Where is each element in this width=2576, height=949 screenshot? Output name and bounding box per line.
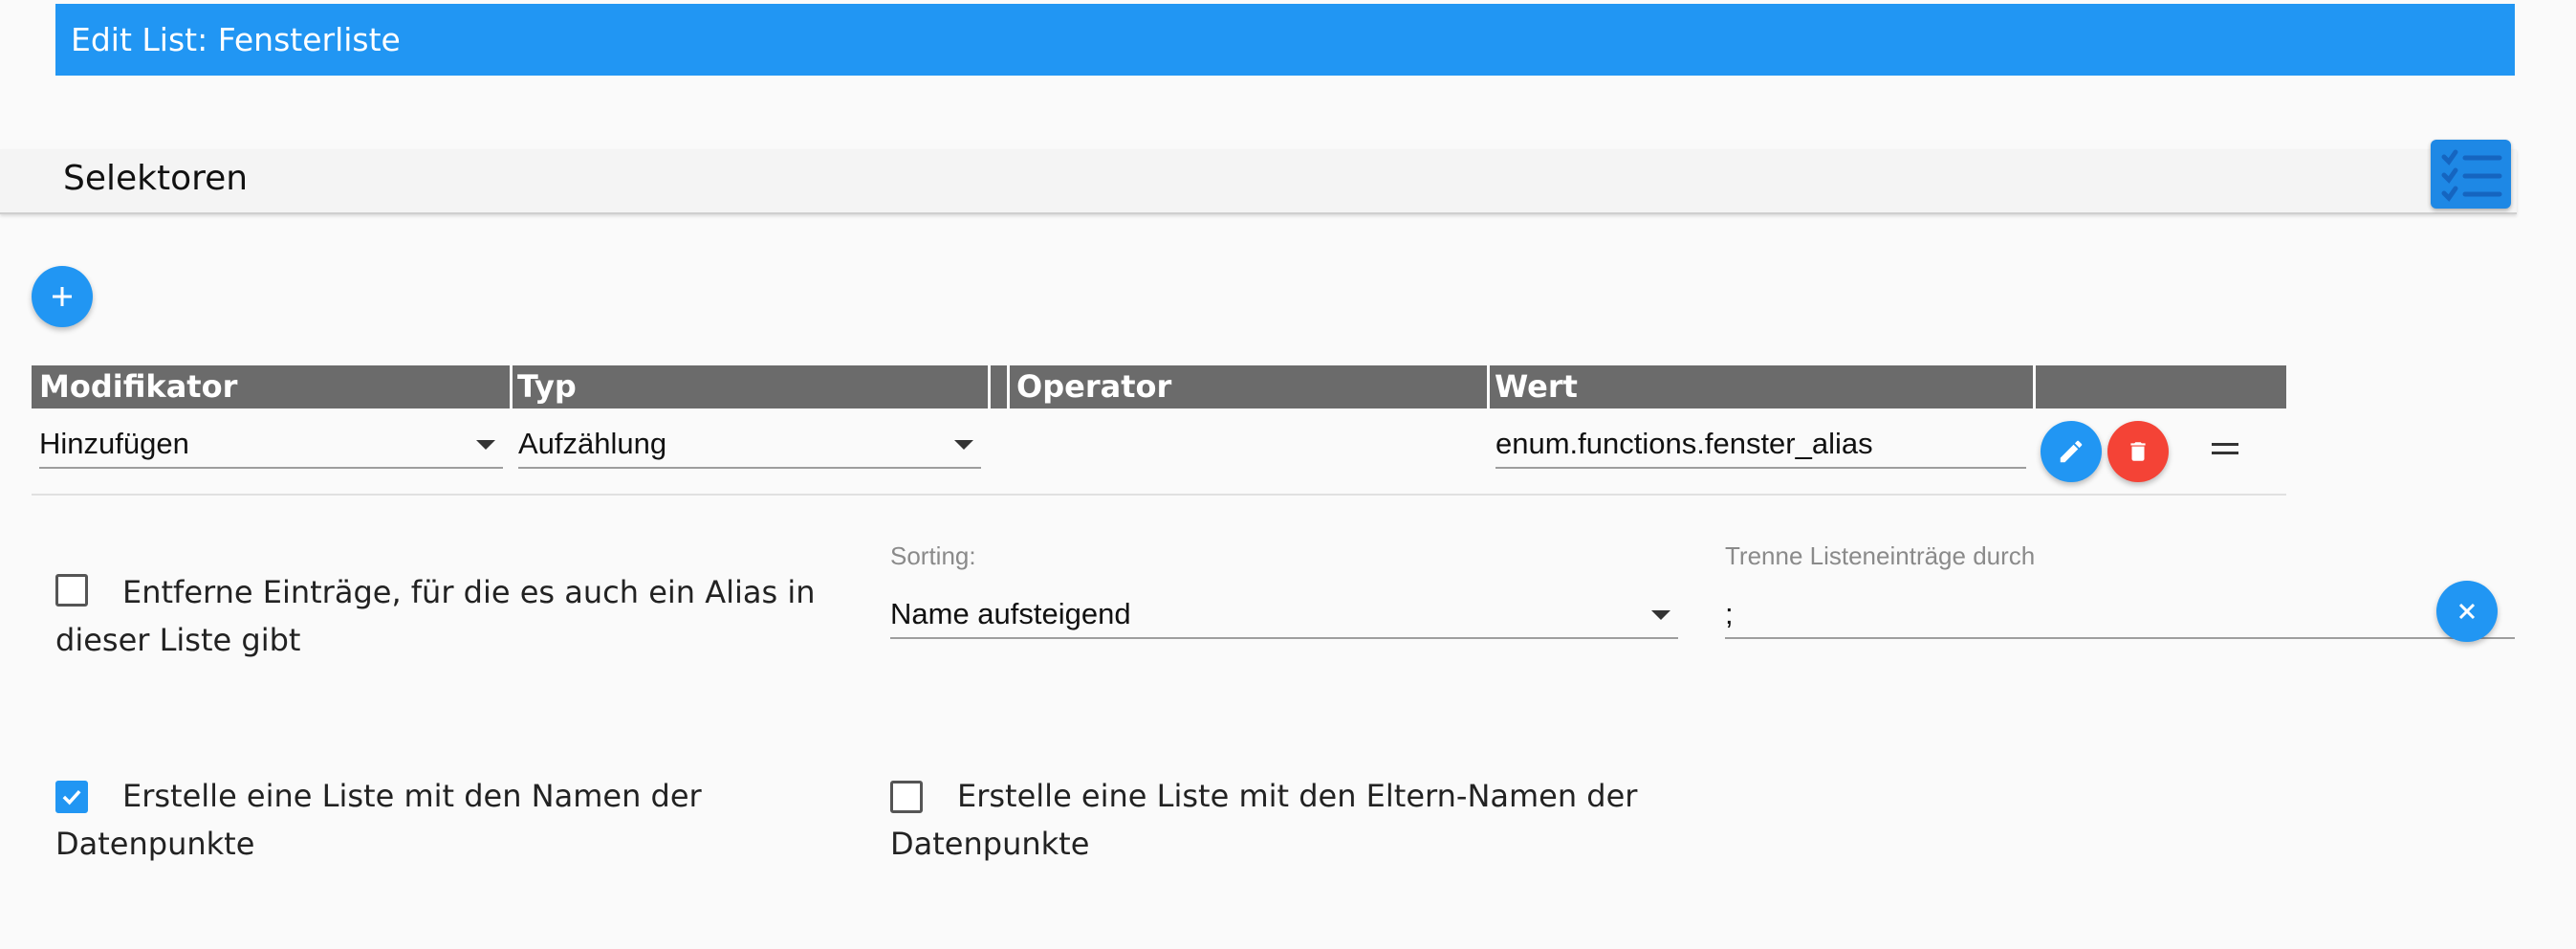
type-value: Aufzählung: [518, 427, 667, 460]
names-list-label-line2: Datenpunkte: [55, 826, 255, 862]
chevron-down-icon: [476, 440, 495, 450]
row-divider: [32, 494, 2286, 496]
edit-button[interactable]: [2041, 421, 2102, 482]
checklist-icon: [2441, 149, 2502, 202]
type-select[interactable]: Aufzählung: [518, 421, 981, 469]
checklist-button[interactable]: [2431, 140, 2511, 209]
close-icon: [2458, 603, 2476, 620]
chevron-down-icon: [1651, 610, 1670, 620]
trash-icon: [2130, 442, 2146, 461]
value-field[interactable]: enum.functions.fenster_alias: [1495, 421, 2026, 469]
names-list-label-line1: Erstelle eine Liste mit den Namen der: [122, 778, 702, 814]
selector-table-header: Modifikator Typ Operator Wert: [32, 365, 2286, 408]
modifier-select[interactable]: Hinzufügen: [39, 421, 503, 469]
sorting-label: Sorting:: [890, 541, 976, 570]
column-header-operator: Operator: [1016, 368, 1172, 405]
sorting-select[interactable]: Name aufsteigend: [890, 591, 1678, 639]
sorting-value: Name aufsteigend: [890, 597, 1131, 630]
remove-alias-label-line2: dieser Liste gibt: [55, 622, 301, 658]
separator-value: ;: [1725, 597, 1734, 630]
value-text: enum.functions.fenster_alias: [1495, 427, 1873, 460]
separator-label: Trenne Listeneinträge durch: [1725, 541, 2036, 570]
selectors-section-header: Selektoren: [0, 149, 2517, 214]
dialog-title: Edit List: Fensterliste: [71, 21, 401, 58]
chevron-down-icon: [954, 440, 973, 450]
remove-alias-label: Entferne Einträge, für die es auch ein A…: [55, 568, 840, 664]
delete-button[interactable]: [2107, 421, 2169, 482]
parent-names-list-label-line2: Datenpunkte: [890, 826, 1090, 862]
plus-icon: [53, 287, 72, 306]
modifier-value: Hinzufügen: [39, 427, 189, 460]
column-header-modifier: Modifikator: [39, 368, 238, 405]
remove-alias-label-line1: Entferne Einträge, für die es auch ein A…: [122, 574, 816, 610]
add-selector-button[interactable]: [32, 266, 93, 327]
column-header-type: Typ: [517, 368, 577, 405]
dialog-title-bar: Edit List: Fensterliste: [55, 4, 2515, 76]
parent-names-list-label-line1: Erstelle eine Liste mit den Eltern-Namen…: [957, 778, 1638, 814]
parent-names-list-label: Erstelle eine Liste mit den Eltern-Namen…: [890, 772, 1703, 868]
clear-separator-button[interactable]: [2436, 581, 2498, 642]
separator-input[interactable]: ;: [1725, 591, 2515, 639]
drag-handle-icon[interactable]: [2212, 443, 2238, 456]
names-list-label: Erstelle eine Liste mit den Namen der Da…: [55, 772, 820, 868]
section-title: Selektoren: [63, 159, 249, 198]
pencil-icon: [2060, 440, 2083, 463]
column-header-value: Wert: [1495, 368, 1578, 405]
